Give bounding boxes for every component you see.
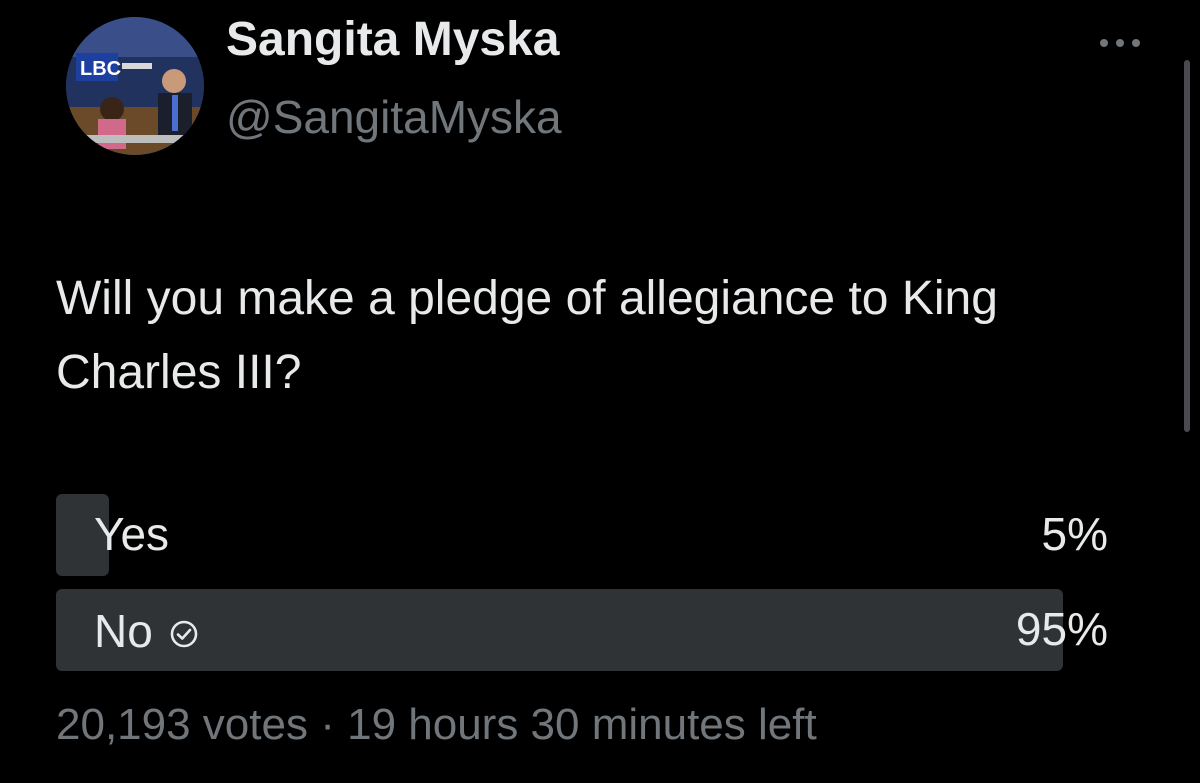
poll-option-no-label: No [94, 605, 153, 657]
poll-time-left: 19 hours 30 minutes left [347, 700, 817, 749]
poll-option-yes[interactable]: Yes 5% [56, 494, 1116, 576]
check-circle-icon [169, 606, 199, 660]
poll-option-label: Yes [94, 507, 169, 561]
poll-vote-count: 20,193 votes [56, 700, 308, 749]
more-options-button[interactable] [1090, 28, 1150, 58]
poll-option-label: No [94, 602, 199, 660]
avatar-logo-text: LBC [80, 58, 121, 80]
poll-option-no[interactable]: No 95% [56, 589, 1116, 671]
scrollbar[interactable] [1184, 60, 1190, 432]
tweet: LBC Sangita Myska @SangitaMyska Will you… [0, 0, 1200, 783]
poll-option-yes-label: Yes [94, 508, 170, 560]
poll-option-yes-percent: 5% [1041, 508, 1108, 560]
poll-meta-separator: · [320, 700, 335, 749]
poll-option-no-percent: 95% [1015, 603, 1108, 655]
avatar-image: LBC [66, 17, 204, 155]
tweet-text: Will you make a pledge of allegiance to … [56, 272, 998, 399]
poll-bar-no [56, 589, 1063, 671]
poll-meta: 20,193 votes · 19 hours 30 minutes left [56, 700, 817, 750]
author-avatar[interactable]: LBC [66, 17, 204, 155]
author-handle[interactable]: @SangitaMyska [226, 90, 562, 144]
more-horizontal-icon [1100, 39, 1140, 47]
author-display-name[interactable]: Sangita Myska [226, 12, 559, 67]
